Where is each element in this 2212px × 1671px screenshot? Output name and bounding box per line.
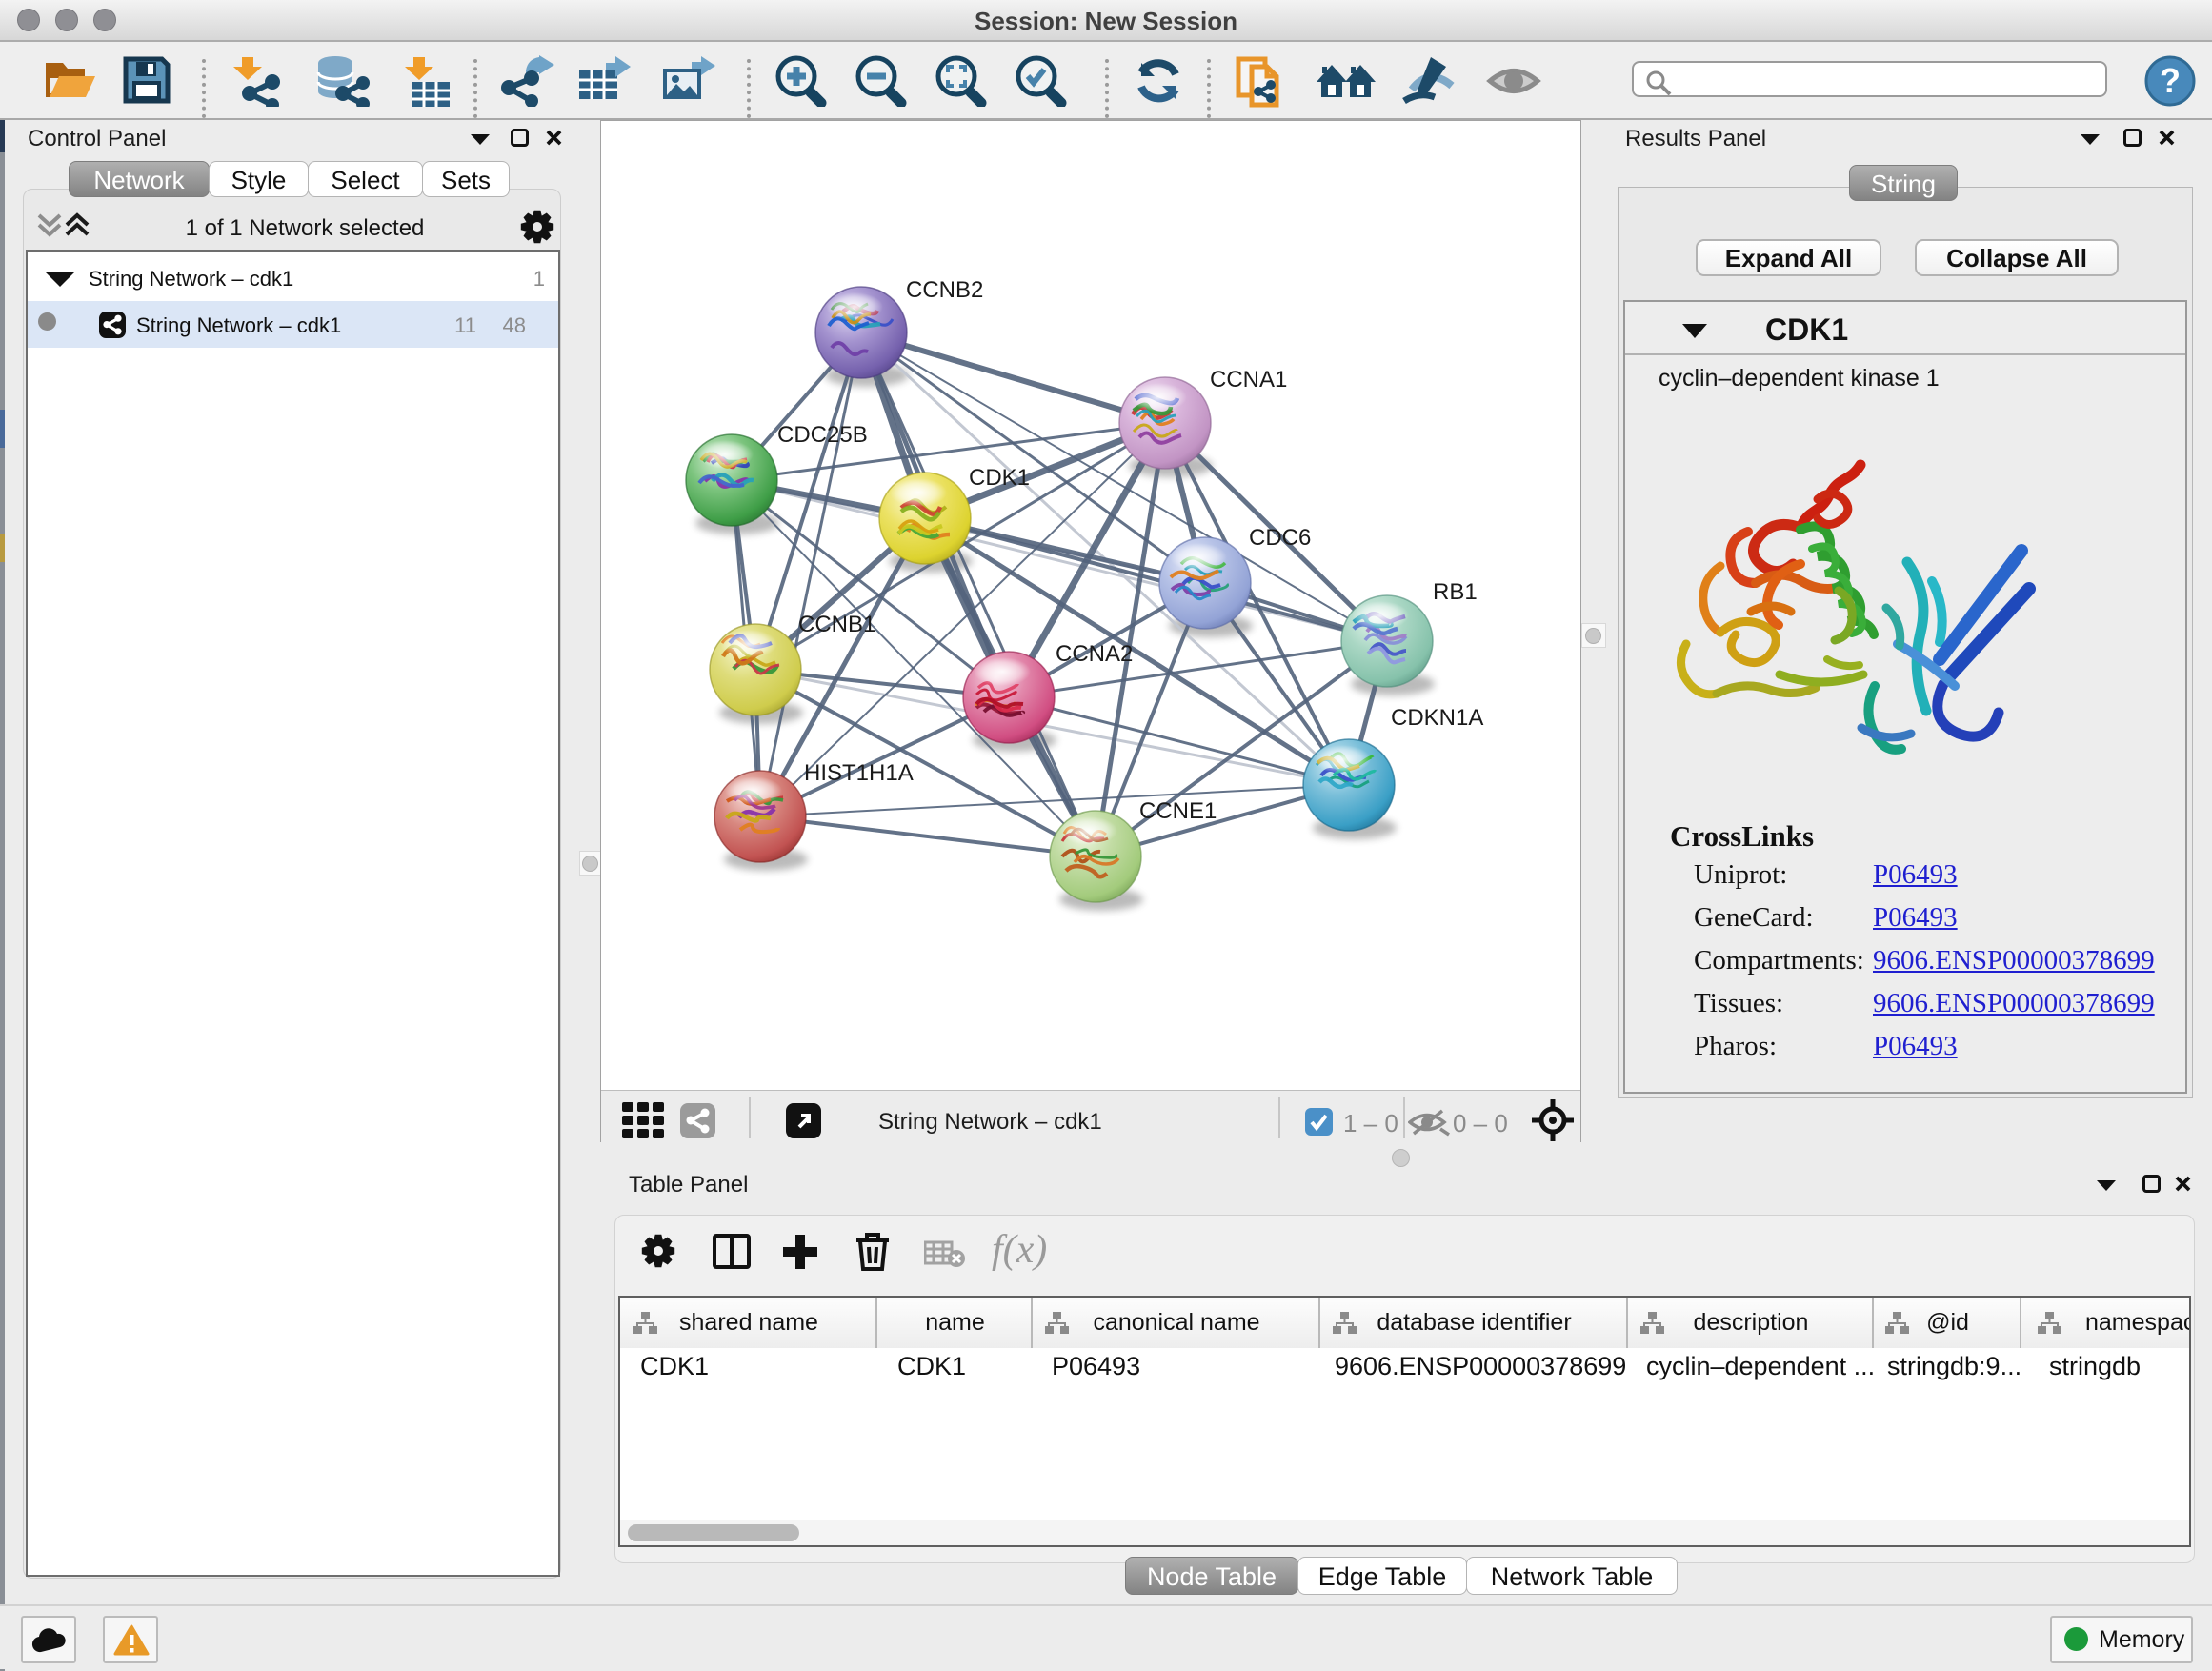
svg-text:CCNA2: CCNA2: [1056, 641, 1133, 667]
svg-text:CDC6: CDC6: [1249, 525, 1311, 551]
svg-text:CDC25B: CDC25B: [777, 422, 868, 448]
svg-text:CDKN1A: CDKN1A: [1391, 705, 1483, 731]
svg-text:CCNE1: CCNE1: [1139, 798, 1217, 824]
svg-text:CCNA1: CCNA1: [1210, 367, 1287, 393]
svg-text:RB1: RB1: [1433, 579, 1478, 605]
svg-text:HIST1H1A: HIST1H1A: [804, 760, 914, 786]
svg-text:CDK1: CDK1: [969, 465, 1030, 491]
svg-text:CCNB2: CCNB2: [906, 277, 983, 303]
svg-text:CCNB1: CCNB1: [798, 612, 875, 637]
svg-text:?: ?: [2160, 61, 2181, 100]
